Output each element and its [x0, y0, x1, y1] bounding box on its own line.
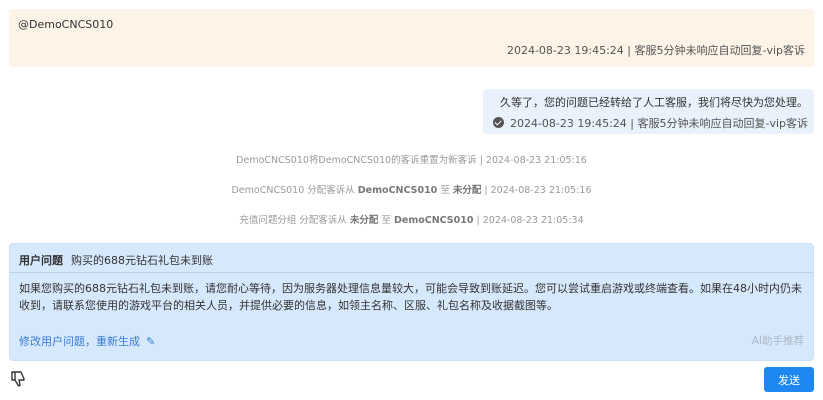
check-circle-icon [492, 117, 504, 128]
agent-reply-bubble: 久等了，您的问题已经转给了人工客服，我们将尽快为您处理。 2024-08-23 … [482, 89, 814, 134]
system-log-3: 充值问题分组 分配客诉从 未分配 至 DemoCNCS010 | 2024-08… [0, 212, 823, 226]
ai-suggestion-panel: 用户问题 购买的688元钻石礼包未到账 如果您购买的688元钻石礼包未到账，请您耐… [9, 243, 814, 361]
system-log-time: | 2024-08-23 21:05:34 [473, 215, 584, 226]
system-log-to: DemoCNCS010 [393, 215, 474, 226]
system-log-from: 未分配 [349, 215, 379, 226]
pencil-icon[interactable]: ✎ [146, 335, 155, 348]
regenerate-link[interactable]: 重新生成 [96, 335, 140, 348]
system-log-text: 至 [378, 215, 394, 226]
system-log-from: DemoCNCS010 [357, 185, 438, 196]
system-log-2: DemoCNCS010 分配客诉从 DemoCNCS010 至 未分配 | 20… [0, 182, 823, 196]
message-sender: @DemoCNCS010 [18, 18, 114, 31]
system-log-text: DemoCNCS010将DemoCNCS010的客诉重置为新客诉 | 2024-… [236, 155, 587, 166]
user-question-label: 用户问题 [19, 254, 63, 267]
agent-reply-meta-text: 2024-08-23 19:45:24 | 客服5分钟未响应自动回复-vip客诉 [509, 117, 808, 130]
user-question-text: 购买的688元钻石礼包未到账 [71, 254, 213, 267]
system-log-time: | 2024-08-23 21:05:16 [481, 185, 592, 196]
user-question-row: 用户问题 购买的688元钻石礼包未到账 [10, 244, 813, 273]
send-button[interactable]: 发送 [764, 367, 814, 392]
agent-reply-meta: 2024-08-23 19:45:24 | 客服5分钟未响应自动回复-vip客诉 [492, 115, 808, 133]
system-log-to: 未分配 [452, 185, 482, 196]
ai-credit-label: AI助手推荐 [751, 335, 804, 347]
system-log-text: DemoCNCS010 分配客诉从 [231, 185, 358, 196]
system-log-1: DemoCNCS010将DemoCNCS010的客诉重置为新客诉 | 2024-… [0, 152, 823, 166]
system-log-text: 至 [437, 185, 453, 196]
ai-answer-text[interactable]: 如果您购买的688元钻石礼包未到账，请您耐心等待，因为服务器处理信息量较大，可能… [19, 280, 804, 314]
ai-actions: 修改用户问题，重新生成 ✎ [19, 333, 155, 349]
customer-message: @DemoCNCS010 2024-08-23 19:45:24 | 客服5分钟… [9, 9, 814, 67]
message-meta: 2024-08-23 19:45:24 | 客服5分钟未响应自动回复-vip客诉 [506, 44, 805, 57]
system-log-text: 充值问题分组 分配客诉从 [239, 215, 350, 226]
thumbs-down-icon[interactable] [10, 370, 28, 388]
agent-reply-text: 久等了，您的问题已经转给了人工客服，我们将尽快为您处理。 [500, 96, 808, 109]
edit-question-link[interactable]: 修改用户问题， [19, 335, 96, 348]
